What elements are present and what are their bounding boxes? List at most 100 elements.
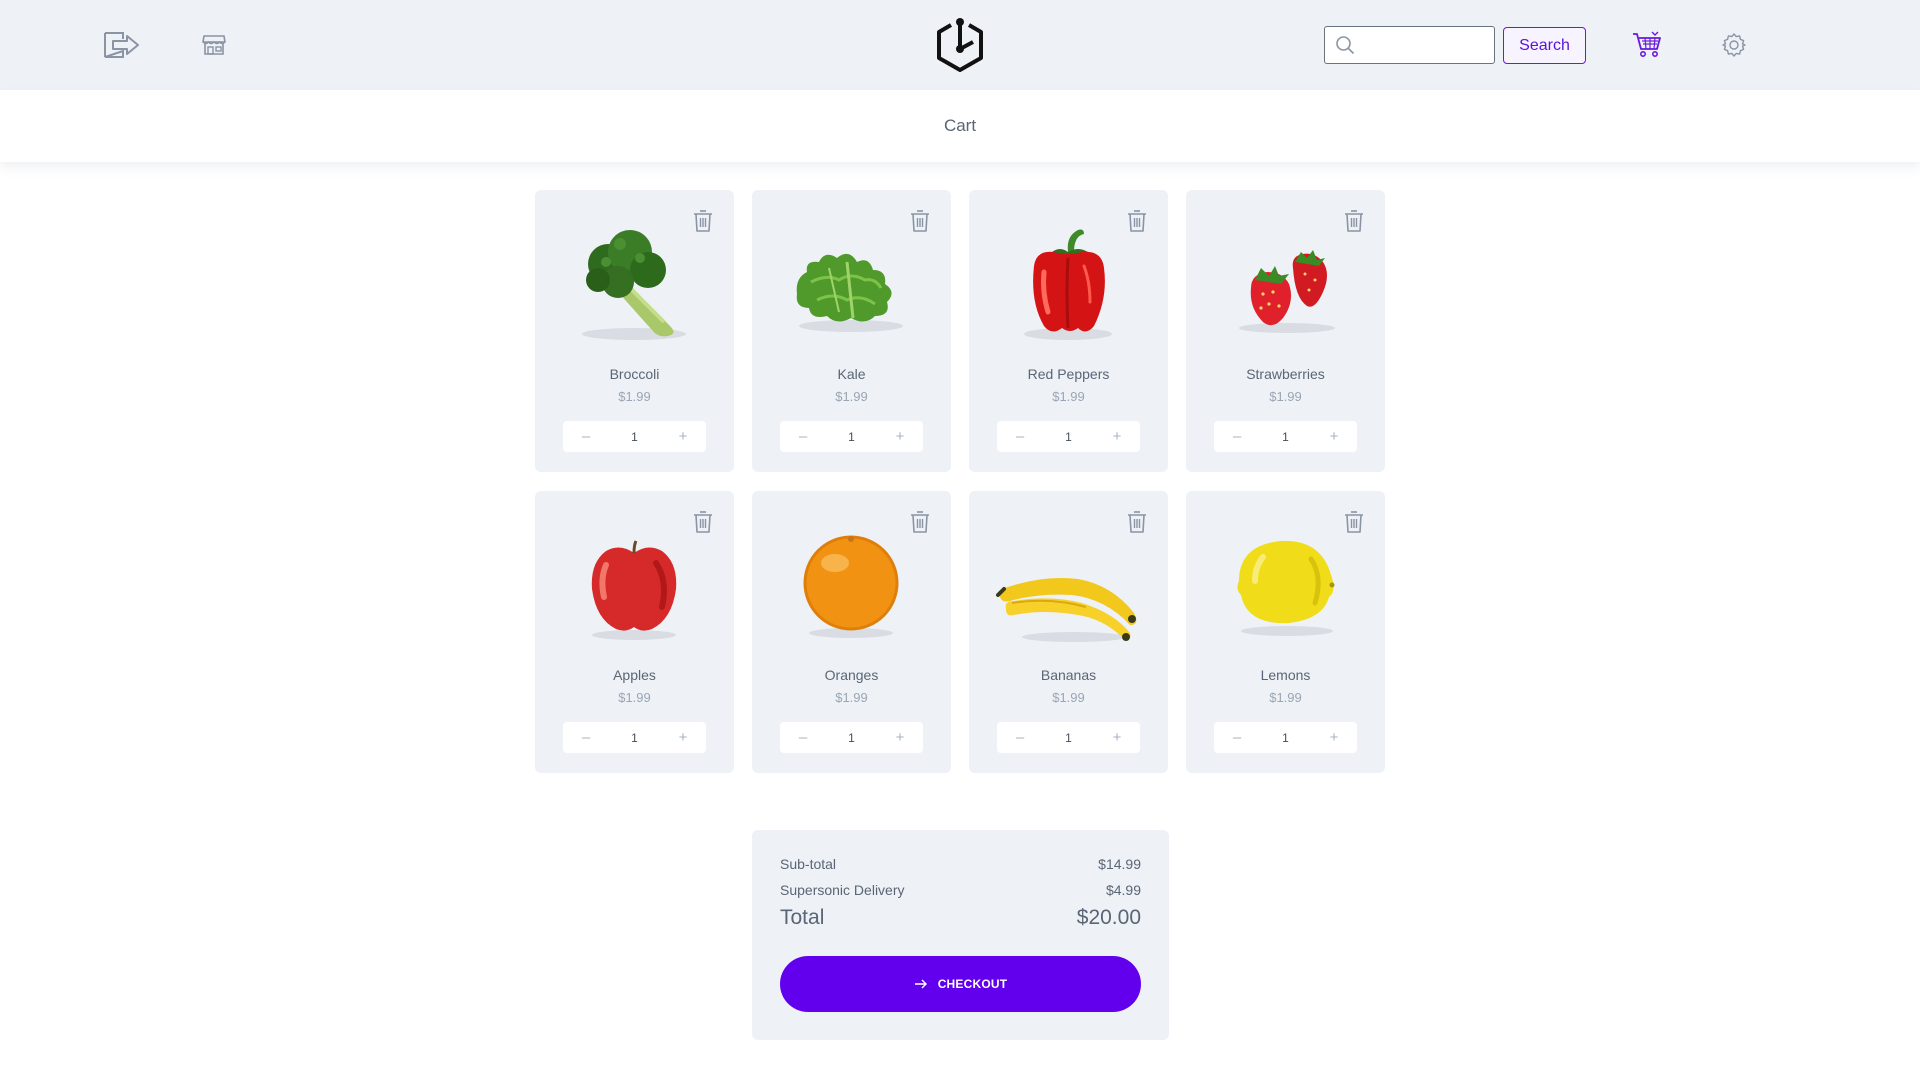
cart-icon (1633, 31, 1661, 57)
order-summary: Sub-total $14.99 Supersonic Delivery $4.… (752, 830, 1169, 1040)
product-price: $1.99 (835, 690, 868, 705)
cart-item-card: Bananas $1.99 – 1 + (969, 491, 1168, 773)
increment-button[interactable]: + (889, 426, 911, 448)
increment-button[interactable]: + (1323, 727, 1345, 749)
cart-item-card: Oranges $1.99 – 1 + (752, 491, 951, 773)
cart-button[interactable] (1630, 26, 1664, 62)
strawberries-image (1239, 250, 1335, 333)
search-field[interactable] (1324, 26, 1495, 64)
quantity-stepper: – 1 + (1214, 722, 1357, 753)
decrement-button[interactable]: – (792, 426, 814, 448)
logout-icon (104, 32, 139, 58)
gear-icon (1722, 33, 1746, 57)
cart-items-grid: Broccoli $1.99 – 1 + Kale $1.99 – 1 + Re… (535, 190, 1385, 773)
product-name: Broccoli (609, 366, 660, 382)
quantity-stepper: – 1 + (1214, 421, 1357, 452)
quantity-value: 1 (1282, 429, 1289, 444)
subtotal-value: $14.99 (1098, 856, 1141, 872)
increment-button[interactable]: + (1323, 426, 1345, 448)
quantity-value: 1 (1065, 730, 1072, 745)
quantity-stepper: – 1 + (780, 722, 923, 753)
quantity-value: 1 (631, 429, 638, 444)
store-button[interactable] (198, 28, 230, 62)
delivery-row: Supersonic Delivery $4.99 (780, 882, 1141, 898)
product-image (1211, 222, 1360, 344)
cart-item-card: Lemons $1.99 – 1 + (1186, 491, 1385, 773)
quantity-value: 1 (1282, 730, 1289, 745)
hexagon-logo-icon (937, 18, 983, 72)
decrement-button[interactable]: – (575, 426, 597, 448)
quantity-stepper: – 1 + (997, 722, 1140, 753)
quantity-stepper: – 1 + (563, 722, 706, 753)
search-icon (1336, 36, 1355, 55)
product-price: $1.99 (618, 389, 651, 404)
quantity-stepper: – 1 + (997, 421, 1140, 452)
quantity-value: 1 (848, 730, 855, 745)
product-name: Kale (837, 366, 866, 382)
broccoli-image (582, 230, 686, 340)
lemon-image (1237, 540, 1335, 636)
kale-image (796, 253, 903, 332)
total-value: $20.00 (1076, 906, 1141, 929)
product-name: Oranges (824, 667, 879, 683)
increment-button[interactable]: + (1106, 426, 1128, 448)
cart-item-card: Kale $1.99 – 1 + (752, 190, 951, 472)
decrement-button[interactable]: – (1226, 727, 1248, 749)
increment-button[interactable]: + (672, 727, 694, 749)
quantity-value: 1 (631, 730, 638, 745)
decrement-button[interactable]: – (1009, 727, 1031, 749)
increment-button[interactable]: + (1106, 727, 1128, 749)
product-image (1211, 523, 1360, 645)
decrement-button[interactable]: – (792, 727, 814, 749)
quantity-value: 1 (1065, 429, 1072, 444)
product-image (994, 523, 1143, 645)
page-header: Cart (0, 90, 1920, 162)
product-name: Red Peppers (1027, 366, 1110, 382)
product-price: $1.99 (1052, 389, 1085, 404)
settings-button[interactable] (1719, 30, 1749, 60)
subtotal-row: Sub-total $14.99 (780, 856, 1141, 872)
cart-item-card: Strawberries $1.99 – 1 + (1186, 190, 1385, 472)
product-price: $1.99 (835, 389, 868, 404)
product-name: Apples (613, 667, 656, 683)
search-button[interactable]: Search (1503, 27, 1586, 64)
top-nav-bar: Search (0, 0, 1920, 90)
decrement-button[interactable]: – (1009, 426, 1031, 448)
subtotal-label: Sub-total (780, 856, 837, 872)
product-price: $1.99 (1052, 690, 1085, 705)
product-image (777, 523, 926, 645)
product-name: Bananas (1040, 667, 1097, 683)
product-image (560, 222, 709, 344)
quantity-stepper: – 1 + (563, 421, 706, 452)
checkout-label: CHECKOUT (937, 977, 1008, 991)
increment-button[interactable]: + (672, 426, 694, 448)
product-price: $1.99 (1269, 690, 1302, 705)
quantity-stepper: – 1 + (780, 421, 923, 452)
delivery-label: Supersonic Delivery (780, 882, 905, 898)
checkout-button[interactable]: CHECKOUT (780, 956, 1141, 1012)
product-image (560, 523, 709, 645)
product-image (994, 222, 1143, 344)
product-price: $1.99 (618, 690, 651, 705)
increment-button[interactable]: + (889, 727, 911, 749)
apple-image (591, 540, 677, 640)
cart-item-card: Red Peppers $1.99 – 1 + (969, 190, 1168, 472)
search-input[interactable] (1361, 37, 1487, 53)
delivery-value: $4.99 (1105, 882, 1141, 898)
store-icon (202, 35, 226, 55)
total-label: Total (780, 906, 825, 929)
bananas-image (996, 578, 1137, 642)
product-name: Strawberries (1246, 366, 1325, 382)
quantity-value: 1 (848, 429, 855, 444)
decrement-button[interactable]: – (1226, 426, 1248, 448)
product-name: Lemons (1260, 667, 1311, 683)
total-row: Total $20.00 (780, 906, 1141, 930)
orange-image (803, 535, 899, 638)
page-title: Cart (943, 116, 977, 135)
app-logo[interactable] (930, 14, 990, 76)
arrow-right-icon (914, 979, 927, 989)
product-image (777, 222, 926, 344)
logout-button[interactable] (98, 24, 144, 66)
decrement-button[interactable]: – (575, 727, 597, 749)
cart-item-card: Broccoli $1.99 – 1 + (535, 190, 734, 472)
